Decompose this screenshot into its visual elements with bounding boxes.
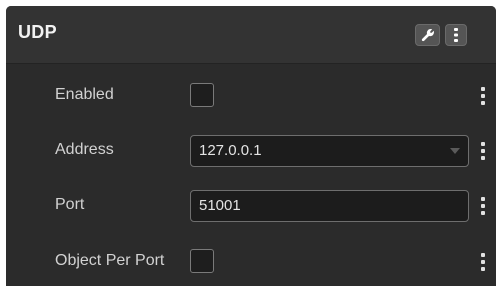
address-value: 127.0.0.1 — [199, 142, 262, 159]
port-row: Port 51001 — [6, 190, 496, 222]
object-per-port-checkbox[interactable] — [190, 249, 214, 273]
port-label: Port — [55, 196, 85, 213]
object-per-port-label: Object Per Port — [55, 252, 165, 269]
address-label: Address — [55, 141, 114, 158]
wrench-icon — [421, 29, 434, 42]
header-more-button[interactable] — [445, 24, 467, 46]
port-input[interactable]: 51001 — [190, 190, 469, 222]
enabled-more-icon[interactable] — [478, 86, 488, 106]
address-row: Address 127.0.0.1 — [6, 135, 496, 167]
more-vertical-icon — [454, 28, 458, 42]
enabled-checkbox[interactable] — [190, 83, 214, 107]
enabled-label: Enabled — [55, 86, 114, 103]
port-more-icon[interactable] — [478, 196, 488, 216]
panel-header: UDP — [6, 6, 496, 64]
settings-button[interactable] — [415, 24, 440, 46]
address-more-icon[interactable] — [478, 141, 488, 161]
object-per-port-more-icon[interactable] — [478, 252, 488, 272]
chevron-down-icon — [450, 148, 460, 154]
enabled-row: Enabled — [6, 80, 496, 110]
panel-title: UDP — [18, 22, 57, 42]
port-value: 51001 — [199, 197, 241, 214]
object-per-port-row: Object Per Port — [6, 246, 496, 276]
udp-panel: UDP Enabled Address 127.0.0.1 Port 51001… — [6, 6, 496, 286]
address-dropdown[interactable]: 127.0.0.1 — [190, 135, 469, 167]
